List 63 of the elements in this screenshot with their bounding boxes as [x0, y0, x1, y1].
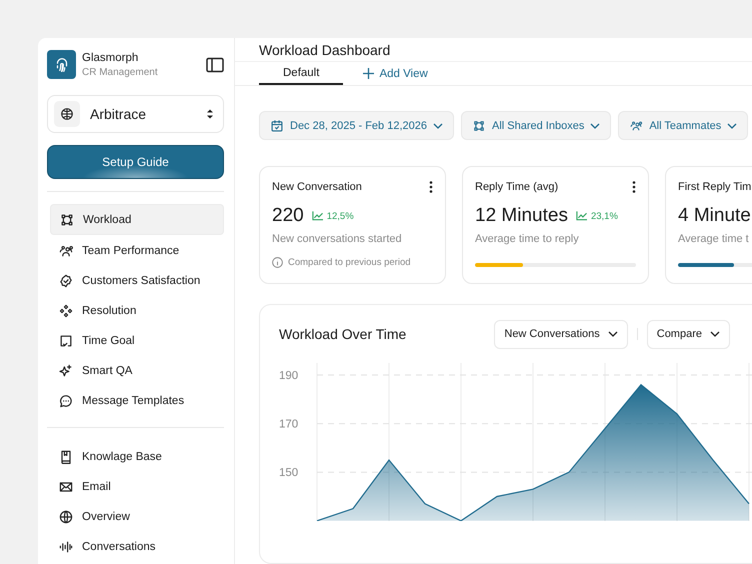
card-title: First Reply Tim [678, 181, 752, 193]
more-vertical-icon[interactable] [429, 181, 433, 193]
nodes-icon [472, 118, 486, 132]
chevron-down-icon [727, 122, 738, 128]
metric-value: 220 [272, 205, 304, 227]
chevron-down-icon [608, 331, 618, 337]
diamond-cluster-icon [58, 302, 74, 318]
y-axis-label: 150 [279, 467, 298, 480]
sidebar-item[interactable]: Conversations [50, 532, 224, 561]
metric-value: 4 Minute [678, 205, 751, 227]
waveform-icon [58, 538, 74, 554]
badge-check-icon [58, 272, 74, 288]
sidebar-item[interactable]: Knowlage Base [50, 442, 224, 471]
plus-icon [363, 68, 374, 79]
people-icon [629, 118, 644, 132]
y-axis-label: 170 [279, 418, 298, 431]
sidebar-item[interactable]: Email [50, 472, 224, 501]
fingerprint-logo-icon [47, 50, 76, 79]
view-tab[interactable]: Default [259, 62, 344, 85]
calendar-icon [270, 118, 284, 132]
chevron-down-icon [710, 331, 720, 337]
brand-subtitle: CR Management [82, 66, 159, 78]
info-icon [272, 257, 283, 268]
change-indicator: 12,5% [312, 210, 354, 222]
filter-dropdown[interactable]: Dec 28, 2025 - Feb 12,2026 [259, 111, 454, 140]
metric-value: 12 Minutes [475, 205, 568, 227]
comparison-note: Compared to previous period [288, 257, 411, 268]
chart-title: Workload Over Time [279, 326, 406, 342]
sidebar-toggle-icon[interactable] [206, 56, 224, 72]
sidebar-item[interactable]: Customers Satisfaction [50, 266, 224, 295]
card-caption: Average time to reply [475, 233, 580, 245]
sparkle-icon [58, 362, 74, 378]
add-view-button[interactable]: Add View [363, 62, 428, 85]
chat-bubble-icon [58, 392, 74, 408]
y-axis-label: 190 [279, 370, 298, 382]
card-title: Reply Time (avg) [475, 181, 558, 193]
card-caption: Average time t [678, 233, 750, 245]
sidebar-item[interactable]: Workload [50, 204, 224, 235]
page-title: Workload Dashboard [259, 42, 390, 58]
filter-dropdown[interactable]: All Shared Inboxes [460, 111, 612, 140]
metric-dropdown[interactable]: New Conversations [494, 320, 628, 348]
workspace-selector[interactable]: Arbitrace [47, 95, 224, 133]
more-vertical-icon[interactable] [632, 181, 636, 193]
sidebar-item[interactable]: Overview [50, 502, 224, 531]
sidebar-item[interactable]: Message Templates [50, 386, 224, 415]
change-indicator: 23,1% [576, 210, 618, 222]
globe-icon [58, 508, 74, 524]
globe-grid-icon [54, 101, 80, 127]
brand-name: Glasmorph [82, 52, 140, 64]
chevron-down-icon [432, 122, 443, 128]
card-caption: New conversations started [272, 233, 403, 245]
filter-dropdown[interactable]: All Teammates [618, 111, 748, 140]
compare-dropdown[interactable]: Compare [646, 320, 730, 348]
sidebar-item[interactable]: Team Performance [50, 236, 224, 265]
chevron-down-icon [590, 122, 600, 128]
sidebar-item[interactable]: Resolution [50, 296, 224, 325]
sidebar-item[interactable]: Time Goal [50, 326, 224, 355]
sidebar-item[interactable]: Smart QA [50, 356, 224, 385]
card-title: New Conversation [272, 181, 362, 193]
nodes-icon [59, 212, 75, 228]
up-down-caret-icon [206, 108, 214, 120]
setup-guide-button[interactable]: Setup Guide [47, 145, 224, 179]
square-check-icon [58, 332, 74, 348]
